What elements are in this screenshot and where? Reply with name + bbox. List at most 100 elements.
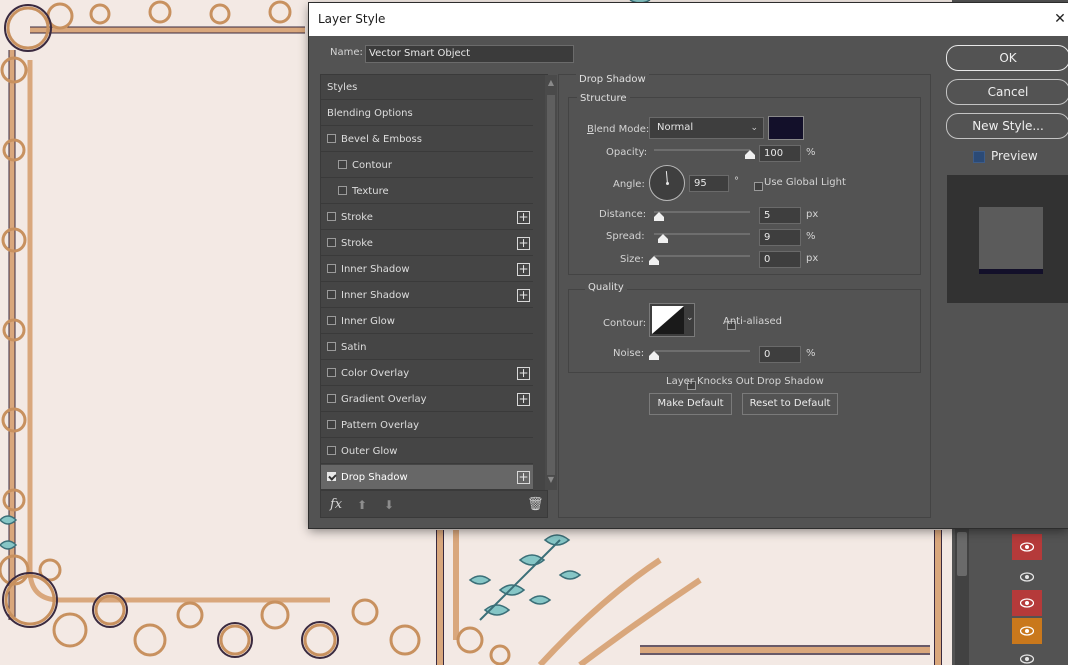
- style-item-label: Gradient Overlay: [341, 394, 427, 405]
- opacity-unit: %: [806, 147, 816, 158]
- opacity-label: Opacity:: [606, 147, 648, 158]
- style-item[interactable]: Contour: [321, 153, 533, 178]
- size-slider[interactable]: [654, 255, 750, 257]
- move-up-arrow-icon[interactable]: ⬆: [357, 498, 367, 512]
- style-item-checkbox[interactable]: [327, 238, 336, 247]
- styles-scrollbar-thumb[interactable]: [547, 95, 555, 475]
- style-item-checkbox[interactable]: [338, 160, 347, 169]
- fx-icon[interactable]: fx: [330, 497, 342, 512]
- style-item[interactable]: Outer Glow: [321, 439, 533, 464]
- distance-field[interactable]: 5: [759, 207, 801, 224]
- style-item-checkbox[interactable]: [327, 264, 336, 273]
- noise-slider[interactable]: [654, 350, 750, 352]
- style-item[interactable]: Inner Shadow +: [321, 283, 533, 308]
- style-item[interactable]: Inner Glow: [321, 309, 533, 334]
- cancel-button[interactable]: Cancel: [946, 79, 1068, 105]
- layer-name-field[interactable]: Vector Smart Object: [365, 45, 574, 63]
- add-style-plus-icon[interactable]: +: [517, 289, 530, 302]
- quality-group: [568, 289, 921, 373]
- style-item[interactable]: Bevel & Emboss: [321, 127, 533, 152]
- blend-mode-select[interactable]: Normal ⌄: [649, 117, 764, 139]
- chevron-down-icon: ⌄: [686, 313, 694, 323]
- layer-visibility-eye-icon[interactable]: [1012, 646, 1042, 665]
- spread-slider[interactable]: [654, 233, 750, 235]
- layer-visibility-eye-icon[interactable]: [1012, 564, 1042, 590]
- styles-scrollbar[interactable]: ▲ ▼: [545, 75, 557, 490]
- style-item[interactable]: Pattern Overlay: [321, 413, 533, 438]
- spread-field[interactable]: 9: [759, 229, 801, 246]
- style-item-label: Pattern Overlay: [341, 420, 420, 431]
- style-item-checkbox[interactable]: [327, 342, 336, 351]
- style-item[interactable]: Stroke +: [321, 205, 533, 230]
- new-style-button[interactable]: New Style...: [946, 113, 1068, 139]
- style-item-checkbox[interactable]: [327, 316, 336, 325]
- angle-label: Angle:: [613, 179, 645, 190]
- angle-dial[interactable]: [649, 165, 685, 201]
- style-item-checkbox[interactable]: [338, 186, 347, 195]
- opacity-slider-handle[interactable]: [745, 150, 755, 159]
- distance-slider[interactable]: [654, 211, 750, 213]
- style-item-checkbox[interactable]: [327, 472, 336, 481]
- distance-slider-handle[interactable]: [653, 212, 664, 221]
- use-global-light-checkbox[interactable]: [754, 182, 763, 191]
- style-item-label: Outer Glow: [341, 446, 398, 457]
- style-item-label: Blending Options: [327, 108, 413, 119]
- style-item[interactable]: Styles: [321, 75, 533, 100]
- close-icon[interactable]: ✕: [1052, 3, 1068, 36]
- style-item[interactable]: Satin: [321, 335, 533, 360]
- layer-visibility-eye-icon[interactable]: [1012, 534, 1042, 560]
- style-item[interactable]: Texture: [321, 179, 533, 204]
- shadow-color-swatch[interactable]: [768, 116, 804, 140]
- style-item-checkbox[interactable]: [327, 420, 336, 429]
- opacity-slider[interactable]: [654, 149, 750, 151]
- angle-field[interactable]: 95: [689, 175, 729, 192]
- style-item[interactable]: Inner Shadow +: [321, 257, 533, 282]
- style-item[interactable]: Gradient Overlay +: [321, 387, 533, 412]
- noise-slider-handle[interactable]: [649, 351, 659, 360]
- style-item-checkbox[interactable]: [327, 446, 336, 455]
- trash-icon[interactable]: 🗑: [527, 497, 544, 512]
- size-field[interactable]: 0: [759, 251, 801, 268]
- style-item[interactable]: Color Overlay +: [321, 361, 533, 386]
- add-style-plus-icon[interactable]: +: [517, 263, 530, 276]
- preview-shadow: [979, 269, 1043, 274]
- style-item[interactable]: Stroke +: [321, 231, 533, 256]
- structure-title: Structure: [577, 93, 630, 104]
- noise-unit: %: [806, 348, 816, 359]
- layer-visibility-eye-icon[interactable]: [1012, 590, 1042, 616]
- layer-visibility-eye-icon[interactable]: [1012, 618, 1042, 644]
- scroll-up-arrow-icon[interactable]: ▲: [546, 78, 556, 88]
- make-default-button[interactable]: Make Default: [649, 393, 732, 415]
- add-style-plus-icon[interactable]: +: [517, 393, 530, 406]
- spread-slider-handle[interactable]: [657, 234, 668, 243]
- add-style-plus-icon[interactable]: +: [517, 237, 530, 250]
- contour-picker[interactable]: ⌄: [649, 303, 695, 337]
- quality-title: Quality: [585, 282, 627, 293]
- style-item-label: Styles: [327, 82, 358, 93]
- move-down-arrow-icon[interactable]: ⬇: [384, 498, 394, 512]
- style-item-checkbox[interactable]: [327, 212, 336, 221]
- style-item[interactable]: Drop Shadow +: [321, 465, 533, 490]
- blend-mode-label: Blend Mode:: [587, 124, 650, 135]
- scroll-down-arrow-icon[interactable]: ▼: [546, 475, 556, 485]
- preview-checkbox[interactable]: [973, 151, 985, 163]
- style-item-checkbox[interactable]: [327, 290, 336, 299]
- style-item-checkbox[interactable]: [327, 394, 336, 403]
- add-style-plus-icon[interactable]: +: [517, 211, 530, 224]
- ok-button[interactable]: OK: [946, 45, 1068, 71]
- style-item-checkbox[interactable]: [327, 134, 336, 143]
- drop-shadow-title: Drop Shadow: [576, 74, 649, 85]
- style-item-label: Bevel & Emboss: [341, 134, 422, 145]
- style-item[interactable]: Blending Options: [321, 101, 533, 126]
- style-item-checkbox[interactable]: [327, 368, 336, 377]
- opacity-field[interactable]: 100: [759, 145, 801, 162]
- size-unit: px: [806, 253, 819, 264]
- size-slider-handle[interactable]: [649, 256, 659, 265]
- layers-scrollbar-thumb[interactable]: [957, 532, 967, 576]
- add-style-plus-icon[interactable]: +: [517, 367, 530, 380]
- add-style-plus-icon[interactable]: +: [517, 471, 530, 484]
- noise-field[interactable]: 0: [759, 346, 801, 363]
- reset-to-default-button[interactable]: Reset to Default: [742, 393, 838, 415]
- style-item-label: Inner Shadow: [341, 264, 410, 275]
- style-preview-thumbnail: [947, 175, 1068, 303]
